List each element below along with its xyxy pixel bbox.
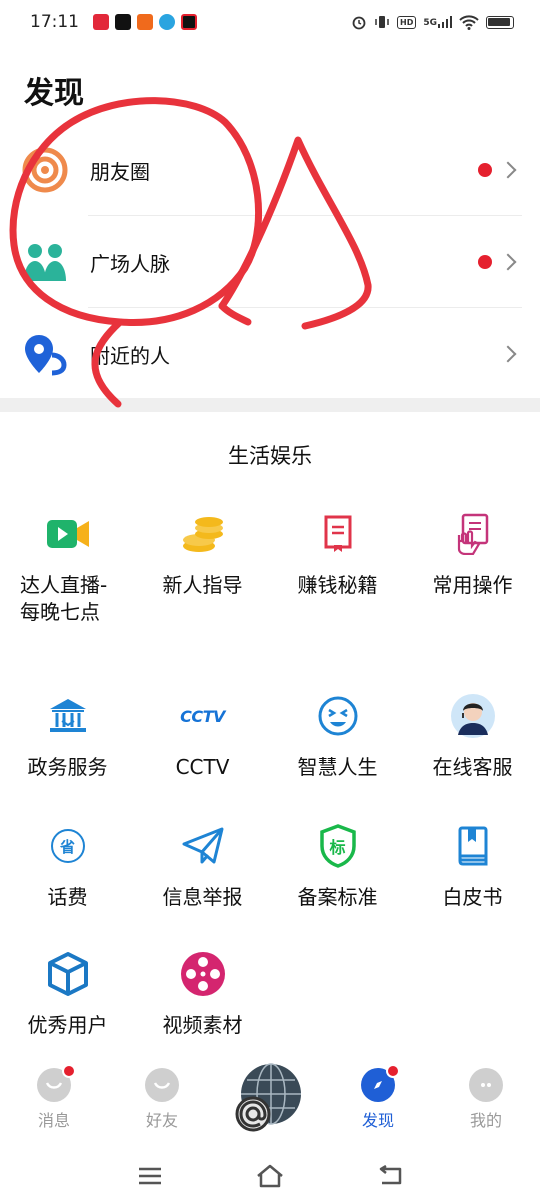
grid-item-label: 赚钱秘籍 [297, 573, 378, 597]
hd-indicator: HD [397, 15, 417, 29]
alarm-icon [352, 16, 366, 30]
tab-label: 消息 [37, 1111, 70, 1130]
app-notification-icon [181, 14, 197, 30]
cube-icon [44, 950, 92, 998]
grid-item-whitepaper[interactable]: 白皮书 [405, 822, 540, 950]
tiktok-icon [115, 14, 131, 30]
tab-badge [62, 1064, 76, 1078]
tab-center-globe[interactable] [216, 1058, 324, 1148]
grid-item-smart-life[interactable]: 智慧人生 [270, 692, 405, 822]
grid-item-online-support[interactable]: 在线客服 [405, 692, 540, 822]
grid-item-label: 视频素材 [162, 1013, 243, 1037]
services-grid: 达人直播-每晚七点 新人指导 赚钱秘籍 常用操作 政务服务 CCTV CCTV … [0, 510, 540, 1080]
tab-badge [386, 1064, 400, 1078]
home-icon[interactable] [250, 1156, 290, 1196]
unread-dot [478, 163, 492, 177]
video-live-icon [44, 510, 92, 558]
tab-label: 我的 [469, 1111, 502, 1130]
smiley-face-icon [314, 692, 362, 740]
film-reel-icon [179, 950, 227, 998]
location-pin-icon [22, 331, 68, 377]
grid-item-label: 达人直播-每晚七点 [20, 573, 108, 624]
list-item-label: 附近的人 [90, 343, 170, 368]
grid-item-live-stream[interactable]: 达人直播-每晚七点 [0, 510, 135, 692]
coins-icon [179, 510, 227, 558]
grid-item-label: 政务服务 [27, 755, 108, 779]
status-notification-icons [93, 14, 197, 30]
grid-item-newbie-guide[interactable]: 新人指导 [135, 510, 270, 692]
tab-messages[interactable]: 消息 [0, 1058, 108, 1148]
list-item-nearby-people[interactable]: 附近的人 [0, 308, 540, 400]
book-marker-icon [314, 510, 362, 558]
status-bar: 17:11 HD 5G [0, 0, 540, 44]
status-time: 17:11 [30, 12, 79, 32]
list-item-label: 广场人脉 [90, 251, 170, 276]
grid-item-label: 信息举报 [162, 885, 243, 909]
tab-label: 好友 [145, 1111, 178, 1130]
paper-plane-icon [179, 822, 227, 870]
network-indicator: 5G [423, 16, 452, 28]
bottom-tab-bar: 消息 好友 发现 我的 [0, 1058, 540, 1148]
grid-item-label: 常用操作 [432, 573, 513, 597]
section-title: 生活娱乐 [228, 444, 312, 468]
grid-item-label: 新人指导 [162, 573, 243, 597]
chevron-right-icon [499, 253, 517, 271]
grid-item-label: 话费 [47, 885, 88, 909]
tab-me[interactable]: 我的 [432, 1058, 540, 1148]
government-building-icon [44, 692, 92, 740]
tab-label: 发现 [361, 1111, 394, 1130]
globe-at-icon [235, 1063, 301, 1132]
chevron-right-icon [499, 345, 517, 363]
vibrate-icon [375, 16, 389, 28]
grid-item-label: 备案标准 [297, 885, 378, 909]
grid-item-cctv[interactable]: CCTV CCTV [135, 692, 270, 822]
friends-tab-icon [145, 1068, 179, 1102]
grid-item-report-info[interactable]: 信息举报 [135, 822, 270, 950]
unread-dot [478, 255, 492, 269]
me-tab-icon [469, 1068, 503, 1102]
cctv-logo-icon: CCTV [180, 706, 225, 726]
wifi-icon [459, 14, 479, 30]
app-notification-icon [93, 14, 109, 30]
menu-icon[interactable] [130, 1156, 170, 1196]
list-item-label: 朋友圈 [90, 159, 150, 184]
grid-item-government-services[interactable]: 政务服务 [0, 692, 135, 822]
province-badge-icon: 省 [44, 822, 92, 870]
app-notification-icon [137, 14, 153, 30]
customer-service-avatar [449, 692, 497, 740]
grid-item-filing-standards[interactable]: 标 备案标准 [270, 822, 405, 950]
whitebook-icon [449, 822, 497, 870]
grid-item-label: 在线客服 [432, 755, 513, 779]
hand-document-icon [449, 510, 497, 558]
grid-item-phone-bill[interactable]: 省 话费 [0, 822, 135, 950]
list-item-square-contacts[interactable]: 广场人脉 [0, 216, 540, 308]
grid-item-label: CCTV [175, 755, 230, 779]
section-separator [0, 398, 540, 412]
back-icon[interactable] [370, 1156, 410, 1196]
status-system-icons: HD 5G [351, 14, 514, 30]
people-icon [22, 239, 68, 285]
list-item-moments[interactable]: 朋友圈 [0, 124, 540, 216]
system-nav-bar [0, 1148, 540, 1204]
telegram-icon [159, 14, 175, 30]
grid-item-label: 白皮书 [442, 885, 503, 909]
battery-icon [486, 15, 514, 29]
grid-item-label: 优秀用户 [27, 1013, 108, 1037]
grid-item-common-operations[interactable]: 常用操作 [405, 510, 540, 692]
tab-discover[interactable]: 发现 [324, 1058, 432, 1148]
standard-shield-icon: 标 [314, 822, 362, 870]
chevron-right-icon [499, 161, 517, 179]
moments-icon [22, 147, 68, 193]
page-title: 发现 [24, 76, 84, 111]
tab-friends[interactable]: 好友 [108, 1058, 216, 1148]
grid-item-money-secrets[interactable]: 赚钱秘籍 [270, 510, 405, 692]
discover-list: 朋友圈 广场人脉 附近的人 [0, 124, 540, 400]
grid-item-label: 智慧人生 [297, 755, 378, 779]
